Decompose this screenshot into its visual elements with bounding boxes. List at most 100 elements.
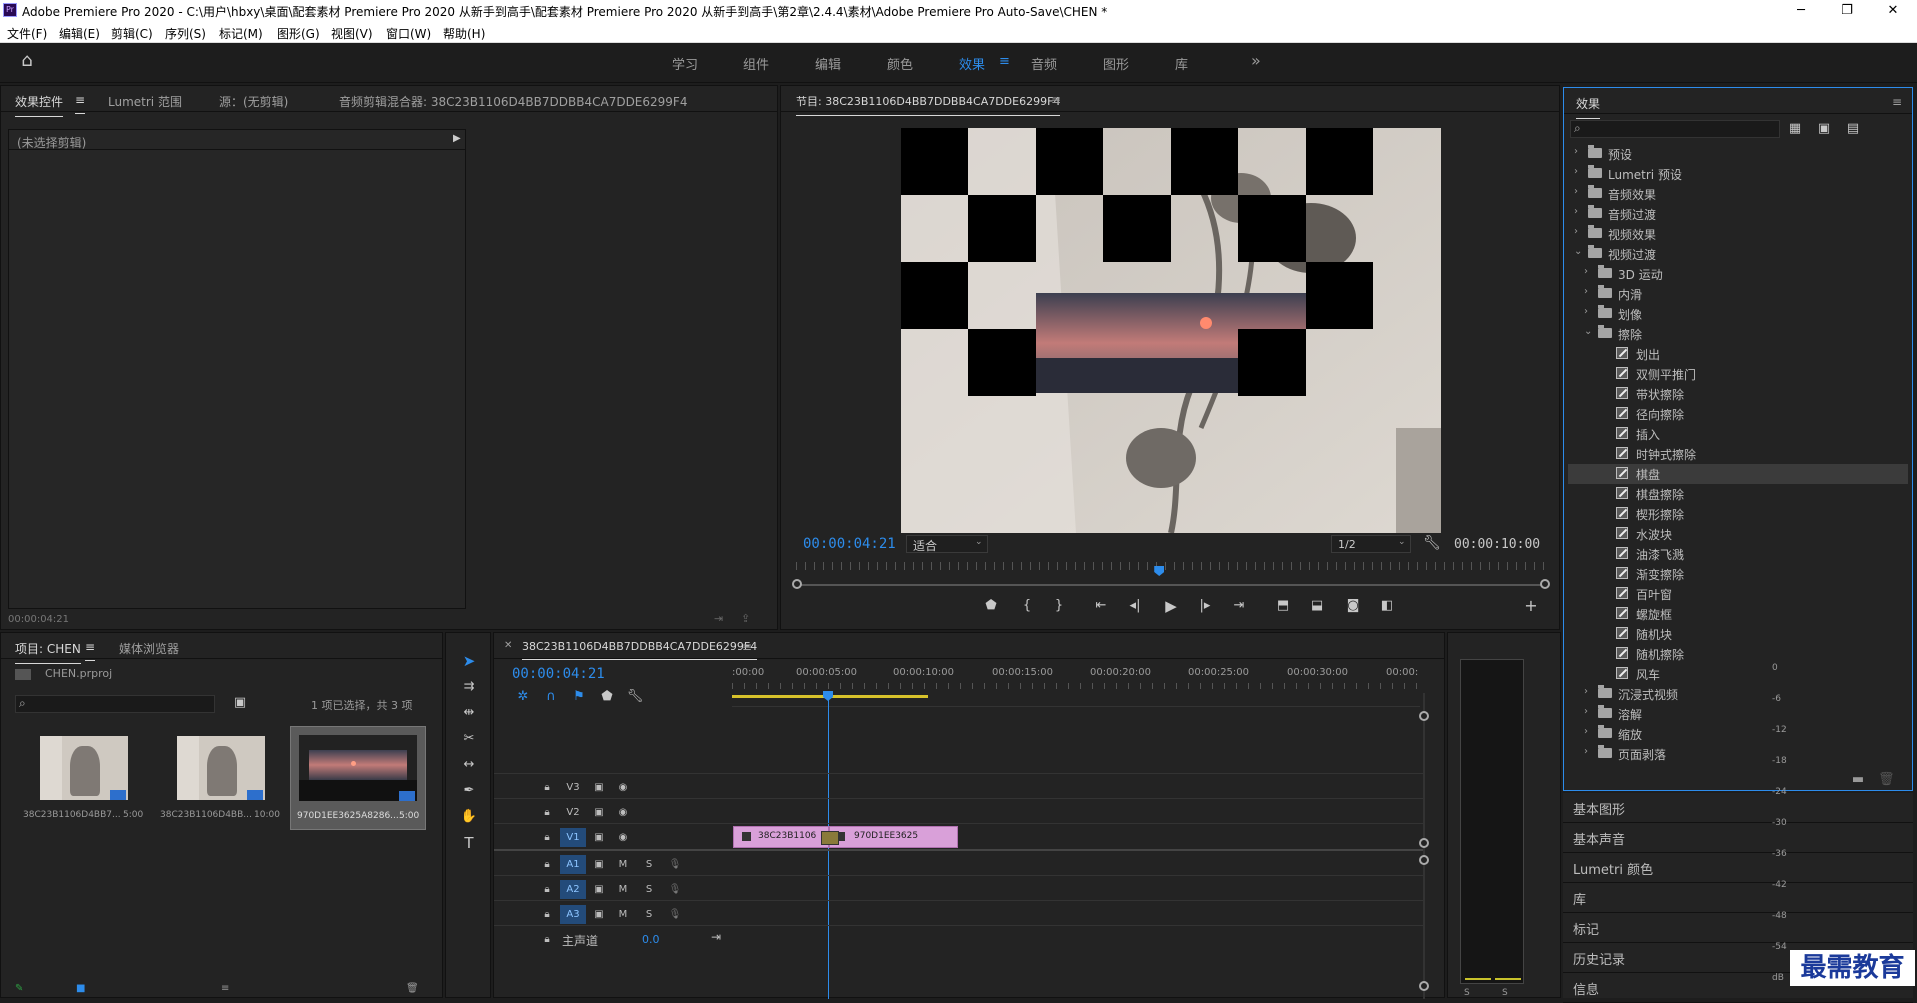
workspace-effects[interactable]: 效果 bbox=[959, 54, 985, 73]
new-bin-from-search-icon[interactable]: ▣ bbox=[231, 695, 249, 711]
workspace-color[interactable]: 颜色 bbox=[887, 54, 913, 73]
write-protect-icon[interactable]: ✎ bbox=[15, 983, 23, 994]
add-marker-icon[interactable]: ⬟ bbox=[598, 689, 616, 705]
solo-button[interactable]: S bbox=[636, 880, 662, 899]
timeline-menu-icon[interactable]: ≡ bbox=[742, 640, 752, 654]
chevron-down-icon[interactable]: ⌄ bbox=[1584, 326, 1592, 337]
panel-essential-graphics[interactable]: 基本图形 bbox=[1563, 793, 1913, 823]
tab-effect-controls[interactable]: 效果控件 bbox=[15, 93, 64, 117]
meter-solo-right[interactable]: S bbox=[1502, 988, 1508, 998]
effects-tree-item[interactable]: › 预设 bbox=[1568, 144, 1908, 164]
effects-title[interactable]: 效果 bbox=[1576, 95, 1601, 119]
close-sequence-icon[interactable]: ✕ bbox=[504, 640, 512, 651]
sync-lock-icon[interactable]: ▣ bbox=[586, 905, 612, 924]
chevron-right-icon[interactable]: › bbox=[1574, 226, 1578, 237]
filter-icon[interactable]: ⇥ bbox=[714, 612, 723, 625]
track-label[interactable]: V2 bbox=[560, 803, 586, 822]
expand-arrow-icon[interactable]: ▶ bbox=[453, 133, 461, 144]
mute-button[interactable]: M bbox=[610, 905, 636, 924]
workspace-assembly[interactable]: 组件 bbox=[743, 54, 769, 73]
workspace-editing[interactable]: 编辑 bbox=[815, 54, 841, 73]
master-volume[interactable]: 0.0 bbox=[642, 933, 660, 946]
add-button-icon[interactable]: + bbox=[1521, 598, 1541, 614]
effects-tree-item[interactable]: 螺旋框 bbox=[1568, 604, 1908, 624]
effects-tree-item[interactable]: 油漆飞溅 bbox=[1568, 544, 1908, 564]
hand-tool-icon[interactable]: ✋ bbox=[459, 809, 479, 825]
video-scroll-handle[interactable] bbox=[1419, 838, 1429, 848]
fit-dropdown[interactable]: 适合 ⌄ bbox=[906, 535, 988, 553]
effects-tree-item[interactable]: ⌄ 视频过渡 bbox=[1568, 244, 1908, 264]
effects-tree-item[interactable]: 楔形擦除 bbox=[1568, 504, 1908, 524]
delete-icon[interactable]: 🗑︎ bbox=[1878, 772, 1895, 788]
workspace-more-icon[interactable]: » bbox=[1251, 51, 1261, 70]
nest-icon[interactable]: ✲ bbox=[514, 689, 532, 705]
chevron-right-icon[interactable]: › bbox=[1574, 146, 1578, 157]
wrench-icon[interactable]: 🔧︎ bbox=[1423, 535, 1441, 551]
project-search-input[interactable]: ⌕ bbox=[15, 695, 215, 713]
panel-libraries[interactable]: 库 bbox=[1563, 883, 1913, 913]
ripple-edit-tool-icon[interactable]: ⇹ bbox=[459, 705, 479, 721]
mic-icon[interactable]: 🎙︎ bbox=[662, 905, 688, 924]
timeline-settings-icon[interactable]: 🔧︎ bbox=[626, 689, 644, 705]
effects-tree-item[interactable]: 风车 bbox=[1568, 664, 1908, 684]
lock-icon[interactable]: 🔒︎ bbox=[534, 828, 560, 847]
effects-menu-icon[interactable]: ≡ bbox=[1892, 95, 1902, 109]
time-ruler[interactable]: :00:00 00:00:05:00 00:00:10:00 00:00:15:… bbox=[732, 667, 1420, 707]
effects-tree-item[interactable]: 插入 bbox=[1568, 424, 1908, 444]
effects-tree-item[interactable]: › 音频效果 bbox=[1568, 184, 1908, 204]
chevron-right-icon[interactable]: › bbox=[1584, 686, 1588, 697]
lock-icon[interactable]: 🔒︎ bbox=[534, 880, 560, 899]
play-icon[interactable]: ▶ bbox=[1161, 598, 1181, 614]
sync-lock-icon[interactable]: ▣ bbox=[586, 880, 612, 899]
effects-tree-item[interactable]: › 3D 运动 bbox=[1568, 264, 1908, 284]
pen-tool-icon[interactable]: ✒ bbox=[459, 783, 479, 799]
razor-tool-icon[interactable]: ✂ bbox=[459, 731, 479, 747]
selection-tool-icon[interactable]: ➤ bbox=[459, 653, 479, 669]
effects-tree-item[interactable]: › 沉浸式视频 bbox=[1568, 684, 1908, 704]
step-back-icon[interactable]: ◂| bbox=[1125, 598, 1145, 614]
effects-tree-item[interactable]: 渐变擦除 bbox=[1568, 564, 1908, 584]
tab-media-browser[interactable]: 媒体浏览器 bbox=[119, 640, 179, 657]
effects-tree-item[interactable]: › 划像 bbox=[1568, 304, 1908, 324]
track-label[interactable]: V1 bbox=[560, 828, 586, 847]
video-preview[interactable] bbox=[901, 128, 1441, 533]
export-icon[interactable]: ⇪ bbox=[741, 612, 750, 625]
restore-button[interactable]: ❐ bbox=[1824, 0, 1870, 22]
lock-icon[interactable]: 🔒︎ bbox=[534, 855, 560, 874]
go-to-in-icon[interactable]: ⇤ bbox=[1091, 598, 1111, 614]
effects-tree-item[interactable]: 水波块 bbox=[1568, 524, 1908, 544]
project-item[interactable]: 38C23B1106D4BB... 10:00 bbox=[152, 728, 287, 828]
menu-sequence[interactable]: 序列(S) bbox=[165, 25, 206, 42]
eye-icon[interactable]: ◉ bbox=[610, 828, 636, 847]
workspace-audio[interactable]: 音频 bbox=[1031, 54, 1057, 73]
menu-markers[interactable]: 标记(M) bbox=[219, 25, 263, 42]
mic-icon[interactable]: 🎙︎ bbox=[662, 880, 688, 899]
zoom-handle-right[interactable] bbox=[1540, 579, 1550, 589]
menu-clip[interactable]: 剪辑(C) bbox=[111, 25, 153, 42]
effects-tree-item[interactable]: 双侧平推门 bbox=[1568, 364, 1908, 384]
slip-tool-icon[interactable]: ↔ bbox=[459, 757, 479, 773]
chevron-right-icon[interactable]: › bbox=[1584, 306, 1588, 317]
project-menu-icon[interactable]: ≡ bbox=[85, 640, 96, 661]
workspace-graphics[interactable]: 图形 bbox=[1103, 54, 1129, 73]
extract-icon[interactable]: ⬓ bbox=[1307, 598, 1327, 614]
mark-out-icon[interactable]: } bbox=[1049, 598, 1069, 614]
track-label[interactable]: A3 bbox=[560, 905, 586, 924]
sequence-tab[interactable]: 38C23B1106D4BB7DDBB4CA7DDE6299F4 bbox=[522, 640, 758, 660]
sync-lock-icon[interactable]: ▣ bbox=[586, 828, 612, 847]
mute-button[interactable]: M bbox=[610, 880, 636, 899]
lock-icon[interactable]: 🔒︎ bbox=[534, 803, 560, 822]
program-timecode[interactable]: 00:00:04:21 bbox=[803, 536, 896, 552]
tab-audio-clip-mixer[interactable]: 音频剪辑混合器: 38C23B1106D4BB7DDBB4CA7DDE6299F… bbox=[339, 93, 687, 110]
audio-scroll-handle[interactable] bbox=[1419, 855, 1429, 865]
effects-tree-item[interactable]: 划出 bbox=[1568, 344, 1908, 364]
audio-scroll-handle[interactable] bbox=[1419, 981, 1429, 991]
eye-icon[interactable]: ◉ bbox=[610, 778, 636, 797]
step-forward-icon[interactable]: |▸ bbox=[1195, 598, 1215, 614]
video-clip[interactable]: 970D1EE3625 bbox=[829, 826, 958, 848]
sort-icon[interactable]: ≡ bbox=[221, 983, 229, 994]
snap-icon[interactable]: ∩ bbox=[542, 689, 560, 705]
menu-help[interactable]: 帮助(H) bbox=[443, 25, 485, 42]
program-playhead[interactable] bbox=[1154, 566, 1165, 576]
timeline-timecode[interactable]: 00:00:04:21 bbox=[512, 666, 605, 682]
